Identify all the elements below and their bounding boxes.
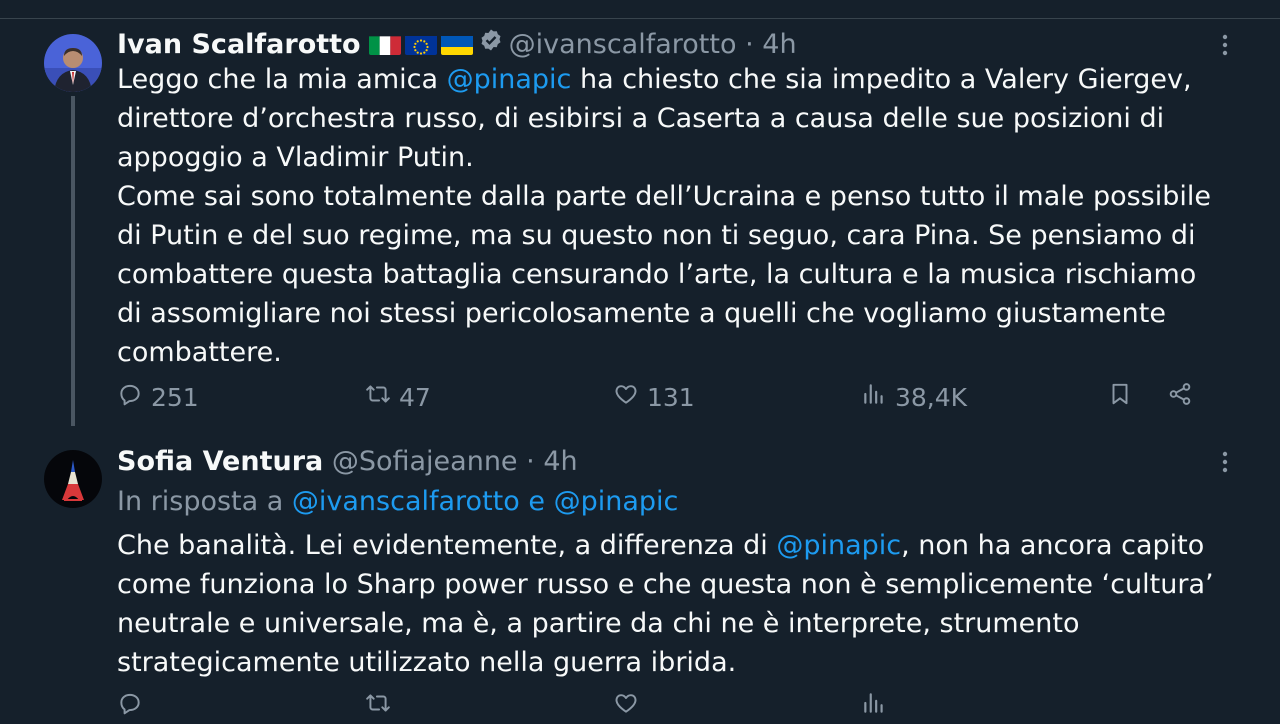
tweet-header: Ivan Scalfarotto @ivanscalfarotto · 4h	[117, 28, 797, 63]
ukraine-flag-icon	[440, 33, 473, 55]
avatar[interactable]	[44, 34, 102, 92]
eu-flag-icon	[404, 33, 437, 55]
more-options-icon[interactable]	[1222, 451, 1228, 479]
tweet-time[interactable]: 4h	[762, 29, 796, 60]
views-icon	[861, 381, 887, 413]
retweet-button[interactable]	[365, 690, 391, 722]
tweet-actions	[117, 690, 1207, 724]
author-handle[interactable]: @Sofiajeanne	[332, 446, 518, 477]
thread-line	[71, 96, 75, 426]
flag-emojis	[368, 33, 473, 55]
like-count: 131	[647, 382, 695, 412]
avatar[interactable]	[44, 450, 102, 508]
author-name[interactable]: Ivan Scalfarotto	[117, 29, 361, 60]
retweet-count: 47	[399, 382, 431, 412]
tweet-text: Leggo che la mia amica @pinapic ha chies…	[117, 60, 1227, 372]
tweet-paragraph: Come sai sono totalmente dalla parte del…	[117, 177, 1227, 372]
mention-link[interactable]: @pinapic	[776, 530, 901, 561]
mention-link[interactable]: @pinapic	[447, 64, 572, 95]
text-segment: Leggo che la mia amica	[117, 64, 447, 95]
tweet-paragraph: Che banalità. Lei evidentemente, a diffe…	[117, 526, 1227, 682]
top-divider	[0, 18, 1280, 19]
reply-button[interactable]: 251	[117, 381, 199, 413]
retweet-button[interactable]: 47	[365, 381, 431, 413]
like-button[interactable]: 131	[613, 381, 695, 413]
like-button[interactable]	[613, 690, 639, 722]
views-icon	[861, 690, 887, 722]
tweet-header: Sofia Ventura @Sofiajeanne · 4h	[117, 445, 578, 479]
bookmark-button[interactable]	[1107, 381, 1133, 413]
reply-handle-link[interactable]: @ivanscalfarotto	[292, 486, 520, 517]
author-handle[interactable]: @ivanscalfarotto	[509, 29, 737, 60]
share-button[interactable]	[1167, 381, 1193, 413]
reply-button[interactable]	[117, 690, 143, 722]
author-name[interactable]: Sofia Ventura	[117, 446, 323, 477]
tweet-actions: 251 47 131 38,4K	[117, 381, 1207, 415]
reply-prefix: In risposta a	[117, 486, 284, 517]
retweet-icon	[365, 690, 391, 722]
more-options-icon[interactable]	[1222, 34, 1228, 62]
tweet-paragraph: Leggo che la mia amica @pinapic ha chies…	[117, 60, 1227, 177]
share-icon	[1167, 381, 1193, 413]
heart-icon	[613, 381, 639, 413]
tweet-text: Che banalità. Lei evidentemente, a diffe…	[117, 526, 1227, 682]
reply-joiner: e	[528, 486, 545, 517]
tweet-time[interactable]: 4h	[543, 446, 577, 477]
views-button[interactable]: 38,4K	[861, 381, 967, 413]
reply-icon	[117, 381, 143, 413]
verified-badge-icon	[479, 27, 503, 61]
reply-context: In risposta a @ivanscalfarotto e @pinapi…	[117, 485, 678, 519]
views-count: 38,4K	[895, 382, 968, 412]
reply-handle-link[interactable]: @pinapic	[554, 486, 679, 517]
text-segment: Che banalità. Lei evidentemente, a diffe…	[117, 530, 777, 561]
bookmark-icon	[1107, 381, 1133, 413]
separator-dot: ·	[745, 29, 754, 60]
text-segment: Come sai sono totalmente dalla parte del…	[117, 181, 1211, 368]
views-button[interactable]	[861, 690, 887, 722]
reply-count: 251	[151, 382, 199, 412]
separator-dot: ·	[526, 446, 535, 477]
retweet-icon	[365, 381, 391, 413]
italy-flag-icon	[368, 33, 401, 55]
heart-icon	[613, 690, 639, 722]
reply-icon	[117, 690, 143, 722]
